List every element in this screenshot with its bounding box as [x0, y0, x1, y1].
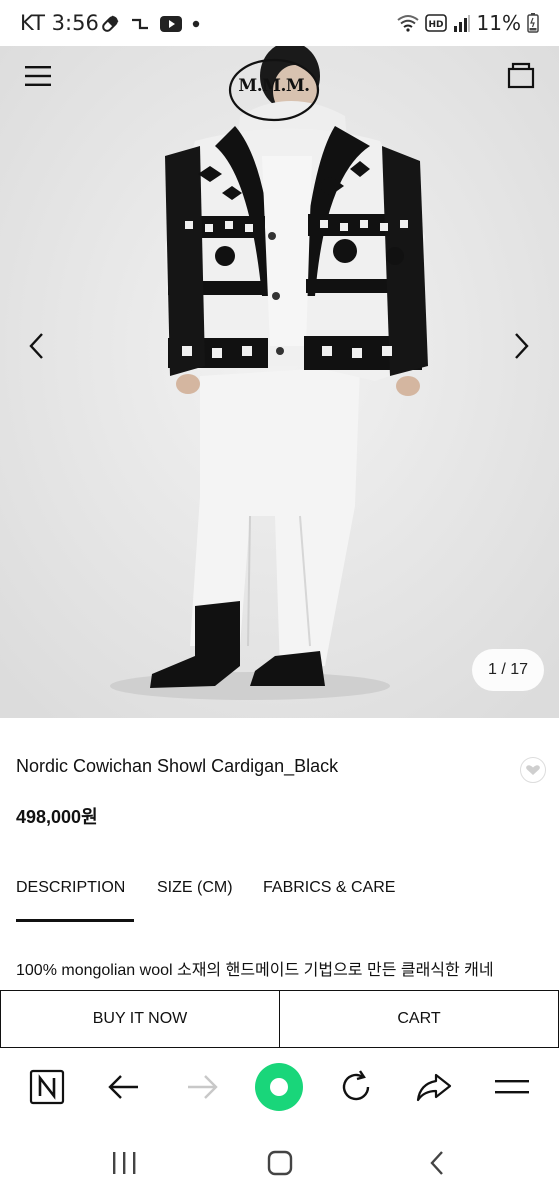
status-time: KT 3:56 [20, 11, 99, 35]
link-icon [132, 18, 148, 30]
pill-icon [102, 15, 119, 32]
signal-icon [453, 15, 470, 32]
image-counter: 1 / 17 [472, 649, 544, 691]
wifi-icon [396, 15, 419, 32]
recent-apps-icon[interactable] [107, 1146, 141, 1180]
youtube-icon [160, 16, 182, 32]
brand-logo[interactable]: M.M.M. [228, 76, 320, 96]
product-title: Nordic Cowichan Showl Cardigan_Black [16, 756, 339, 776]
heart-icon [526, 765, 540, 775]
chevron-right-icon[interactable] [506, 328, 536, 364]
refresh-icon[interactable] [336, 1067, 376, 1107]
battery-percentage: 11% [476, 11, 521, 35]
share-icon[interactable] [414, 1067, 454, 1107]
forward-arrow-icon[interactable] [182, 1067, 222, 1107]
product-photo [0, 46, 559, 718]
product-description: 100% mongolian wool 소재의 핸드메이드 기법으로 만든 클래… [16, 962, 494, 979]
product-image-carousel[interactable]: M.M.M. 1 / 17 [0, 46, 559, 718]
purchase-bar: BUY IT NOW CART [0, 990, 559, 1048]
battery-icon [527, 13, 539, 33]
svg-text:HD: HD [428, 20, 443, 30]
green-home-icon[interactable] [254, 1062, 304, 1112]
back-icon[interactable] [421, 1146, 455, 1180]
shopping-bag-icon[interactable] [506, 60, 536, 90]
status-bar: KT 3:56 HD 11% [0, 0, 559, 46]
home-icon[interactable] [263, 1146, 297, 1180]
browser-toolbar [0, 1050, 559, 1124]
buy-it-now-button[interactable]: BUY IT NOW [0, 991, 280, 1047]
system-status-icons: HD 11% [396, 11, 539, 35]
tab-description[interactable]: DESCRIPTION [16, 879, 125, 923]
menu-lines-icon[interactable] [492, 1067, 532, 1107]
naver-n-icon[interactable] [27, 1067, 67, 1107]
chevron-left-icon[interactable] [22, 328, 52, 364]
dot-icon [192, 20, 200, 28]
product-info-tabs: DESCRIPTION SIZE (CM) FABRICS & CARE [16, 879, 556, 925]
hamburger-menu-icon[interactable] [22, 62, 54, 90]
product-price: 498,000원 [16, 807, 98, 827]
notification-icons [100, 14, 200, 34]
active-tab-indicator [16, 919, 134, 922]
tab-fabrics-care[interactable]: FABRICS & CARE [263, 879, 395, 923]
hd-icon: HD [424, 14, 447, 32]
system-navigation-bar [0, 1126, 559, 1200]
wishlist-button[interactable] [520, 757, 546, 783]
tab-size[interactable]: SIZE (CM) [157, 879, 233, 923]
back-arrow-icon[interactable] [104, 1067, 144, 1107]
cart-button[interactable]: CART [280, 991, 559, 1047]
